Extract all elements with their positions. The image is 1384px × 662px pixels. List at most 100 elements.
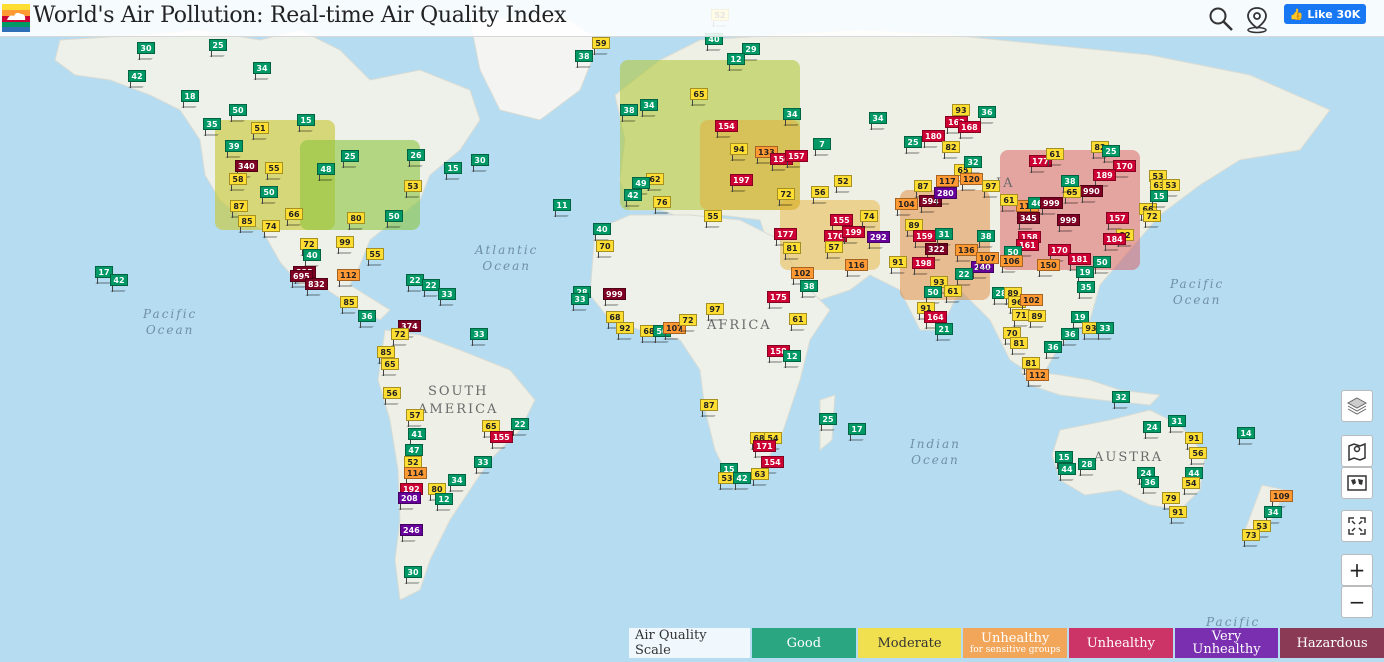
aqi-marker[interactable]: 72	[1143, 210, 1161, 228]
aqi-marker[interactable]: 36	[1141, 476, 1159, 494]
aqi-marker[interactable]: 157	[785, 150, 808, 168]
zoom-in-button[interactable]: +	[1341, 554, 1373, 586]
aqi-marker[interactable]: 136	[955, 244, 978, 262]
aqi-marker[interactable]: 34	[253, 62, 271, 80]
map-pin-button[interactable]	[1341, 435, 1373, 467]
aqi-marker[interactable]: 7	[813, 138, 831, 156]
aqi-marker[interactable]: 34	[640, 99, 658, 117]
aqi-marker[interactable]: 38	[800, 280, 818, 298]
aqi-marker[interactable]: 106	[1000, 255, 1023, 273]
aqi-marker[interactable]: 28	[1078, 458, 1096, 476]
aqi-marker[interactable]: 49	[632, 177, 650, 195]
aqi-marker[interactable]: 12	[727, 53, 745, 71]
aqi-marker[interactable]: 85	[377, 346, 395, 364]
aqi-marker[interactable]: 55	[704, 210, 722, 228]
aqi-marker[interactable]: 79	[1162, 492, 1180, 510]
aqi-marker[interactable]: 31	[935, 228, 953, 246]
aqi-marker[interactable]: 30	[404, 566, 422, 584]
aqi-marker[interactable]: 33	[470, 328, 488, 346]
aqi-marker[interactable]: 19	[1076, 266, 1094, 284]
legend-hazardous[interactable]: Hazardous	[1280, 628, 1384, 658]
aqi-marker[interactable]: 97	[982, 180, 1000, 198]
aqi-marker[interactable]: 26	[407, 149, 425, 167]
aqi-marker[interactable]: 50	[924, 286, 942, 304]
layers-button[interactable]	[1341, 390, 1373, 422]
legend-good[interactable]: Good	[752, 628, 856, 658]
aqi-marker[interactable]: 208	[398, 492, 421, 510]
aqi-marker[interactable]: 50	[1093, 256, 1111, 274]
aqi-marker[interactable]: 44	[1058, 463, 1076, 481]
aqi-marker[interactable]: 54	[1182, 477, 1200, 495]
aqi-marker[interactable]: 832	[305, 278, 328, 296]
aqi-marker[interactable]: 184	[1103, 233, 1126, 251]
aqi-marker[interactable]: 65	[381, 358, 399, 376]
aqi-marker[interactable]: 170	[1113, 160, 1136, 178]
aqi-marker[interactable]: 85	[238, 215, 256, 233]
aqi-marker[interactable]: 74	[262, 220, 280, 238]
aqi-marker[interactable]: 36	[358, 310, 376, 328]
aqi-marker[interactable]: 55	[265, 162, 283, 180]
aqi-marker[interactable]: 87	[230, 200, 248, 218]
aqi-marker[interactable]: 82	[942, 141, 960, 159]
aqi-marker[interactable]: 76	[653, 196, 671, 214]
aqi-marker[interactable]: 32	[964, 156, 982, 174]
aqi-marker[interactable]: 73	[1242, 529, 1260, 547]
aqi-marker[interactable]: 31	[1168, 415, 1186, 433]
aqi-marker[interactable]: 175	[767, 291, 790, 309]
aqi-marker[interactable]: 65	[690, 88, 708, 106]
aqi-marker[interactable]: 61	[1000, 194, 1018, 212]
aqi-marker[interactable]: 154	[715, 120, 738, 138]
aqi-marker[interactable]: 61	[789, 313, 807, 331]
aqi-marker[interactable]: 70	[596, 240, 614, 258]
aqi-marker[interactable]: 38	[1061, 175, 1079, 193]
aqi-marker[interactable]: 57	[825, 241, 843, 259]
aqi-marker[interactable]: 42	[128, 70, 146, 88]
aqi-marker[interactable]: 50	[385, 210, 403, 228]
aqi-marker[interactable]: 12	[435, 493, 453, 511]
aqi-marker[interactable]: 74	[860, 210, 878, 228]
aqi-marker[interactable]: 34	[448, 474, 466, 492]
aqi-marker[interactable]: 35	[203, 118, 221, 136]
aqi-marker[interactable]: 33	[1096, 322, 1114, 340]
legend-moderate[interactable]: Moderate	[857, 628, 962, 658]
aqi-marker[interactable]: 87	[914, 180, 932, 198]
fullscreen-button[interactable]	[1341, 510, 1373, 542]
aqi-marker[interactable]: 120	[960, 173, 983, 191]
world-map-button[interactable]	[1341, 467, 1373, 499]
facebook-like-button[interactable]: 👍 Like 30K	[1284, 4, 1366, 24]
aqi-marker[interactable]: 40	[303, 249, 321, 267]
aqi-marker[interactable]: 25	[1102, 145, 1120, 163]
aqi-marker[interactable]: 102	[1020, 294, 1043, 312]
aqi-marker[interactable]: 30	[471, 154, 489, 172]
aqi-marker[interactable]: 55	[366, 248, 384, 266]
aqi-marker[interactable]: 999	[1040, 197, 1063, 215]
aqi-marker[interactable]: 157	[1106, 212, 1129, 230]
aqi-marker[interactable]: 155	[830, 214, 853, 232]
aqi-marker[interactable]: 181	[1068, 253, 1091, 271]
aqi-marker[interactable]: 47	[405, 444, 423, 462]
logo-icon[interactable]	[2, 4, 30, 32]
aqi-marker[interactable]: 38	[575, 50, 593, 68]
aqi-marker[interactable]: 99	[336, 236, 354, 254]
aqi-marker[interactable]: 42	[733, 472, 751, 490]
aqi-marker[interactable]: 81	[1022, 357, 1040, 375]
aqi-marker[interactable]: 155	[490, 431, 513, 449]
aqi-marker[interactable]: 292	[867, 231, 890, 249]
aqi-marker[interactable]: 109	[1270, 490, 1293, 508]
aqi-marker[interactable]: 102	[791, 267, 814, 285]
aqi-marker[interactable]: 81	[1010, 337, 1028, 355]
aqi-marker[interactable]: 91	[889, 256, 907, 274]
aqi-marker[interactable]: 80	[347, 212, 365, 230]
aqi-marker[interactable]: 58	[229, 173, 247, 191]
aqi-marker[interactable]: 41	[408, 428, 426, 446]
aqi-marker[interactable]: 246	[400, 524, 423, 542]
aqi-marker[interactable]: 22	[511, 418, 529, 436]
aqi-marker[interactable]: 15	[297, 114, 315, 132]
aqi-marker[interactable]: 40	[593, 223, 611, 241]
legend-very-unhealthy[interactable]: Very Unhealthy	[1174, 628, 1279, 658]
aqi-marker[interactable]: 18	[181, 90, 199, 108]
aqi-marker[interactable]: 280	[934, 187, 957, 205]
aqi-marker[interactable]: 72	[777, 188, 795, 206]
aqi-marker[interactable]: 14	[1237, 427, 1255, 445]
aqi-marker[interactable]: 61	[1046, 148, 1064, 166]
